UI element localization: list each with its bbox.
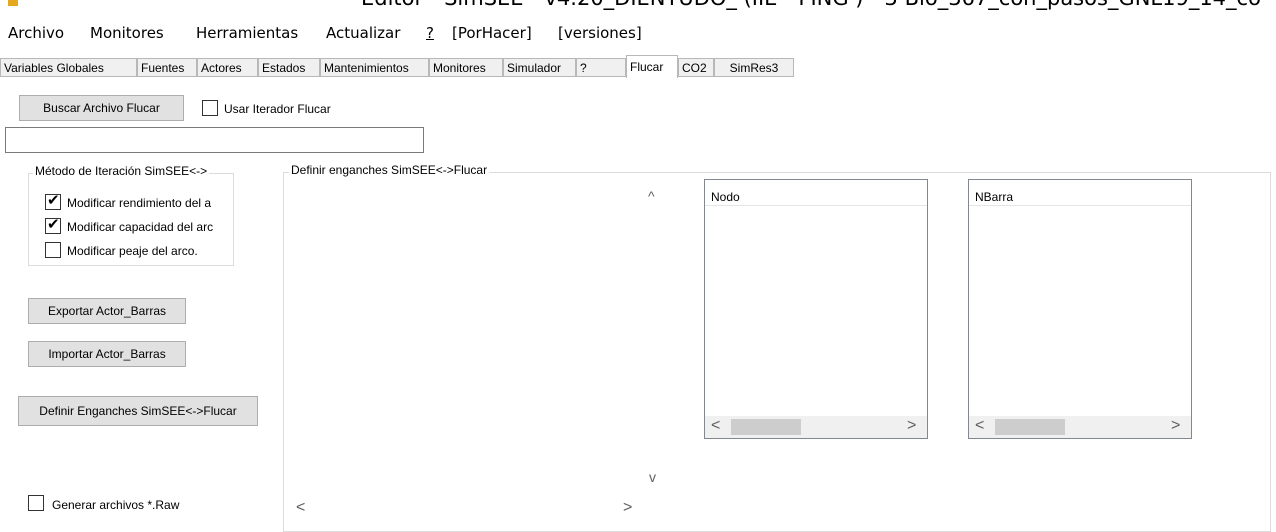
generar-raw-checkbox[interactable]: [28, 495, 44, 511]
menu-herramientas[interactable]: Herramientas: [196, 24, 298, 42]
app-icon: [8, 0, 18, 6]
importar-actor-barras-button[interactable]: Importar Actor_Barras: [28, 341, 186, 367]
modificar-rendimiento-label: Modificar rendimiento del a: [67, 196, 212, 210]
title-bar: Editor - SimSEE - v4.20_DIENTUDO_ (IIE -…: [0, 0, 1276, 20]
nbarra-hscroll[interactable]: < >: [969, 416, 1191, 438]
tab-help[interactable]: ?: [576, 58, 626, 77]
menu-versiones[interactable]: [versiones]: [558, 24, 642, 42]
scroll-left-icon[interactable]: <: [296, 499, 305, 517]
tab-actores[interactable]: Actores: [197, 58, 258, 77]
definir-enganches-button[interactable]: Definir Enganches SimSEE<->Flucar: [18, 396, 258, 426]
buscar-archivo-flucar-button[interactable]: Buscar Archivo Flucar: [19, 95, 184, 121]
modificar-capacidad-checkbox[interactable]: ✔: [45, 216, 61, 234]
usar-iterador-checkbox[interactable]: [202, 100, 218, 116]
menu-porhacer[interactable]: [PorHacer]: [452, 24, 532, 42]
nodo-column-header[interactable]: Nodo: [705, 180, 927, 206]
modificar-rendimiento-checkbox[interactable]: ✔: [45, 192, 61, 210]
check-icon: ✔: [47, 192, 60, 209]
exportar-actor-barras-button[interactable]: Exportar Actor_Barras: [28, 298, 186, 324]
scroll-thumb[interactable]: [731, 419, 801, 435]
scroll-left-icon[interactable]: <: [975, 417, 984, 435]
usar-iterador-label: Usar Iterador Flucar: [224, 102, 331, 116]
tab-simres3[interactable]: SimRes3: [714, 58, 794, 77]
modificar-capacidad-label: Modificar capacidad del arc: [67, 220, 214, 234]
tab-estados[interactable]: Estados: [258, 58, 320, 77]
scroll-left-icon[interactable]: <: [711, 417, 720, 435]
enganches-group-title: Definir enganches SimSEE<->Flucar: [289, 163, 490, 177]
window-title: Editor - SimSEE - v4.20_DIENTUDO_ (IIE -…: [361, 0, 1261, 10]
menu-help[interactable]: ?: [426, 24, 434, 42]
scroll-down-icon[interactable]: v: [649, 469, 656, 485]
nbarra-column-header[interactable]: NBarra: [969, 180, 1191, 206]
tab-co2[interactable]: CO2: [678, 58, 714, 77]
tab-fuentes[interactable]: Fuentes: [137, 58, 197, 77]
tab-variables-globales[interactable]: Variables Globales: [0, 58, 137, 77]
scroll-right-icon[interactable]: >: [1171, 417, 1180, 435]
tab-mantenimientos[interactable]: Mantenimientos: [320, 58, 429, 77]
tab-flucar[interactable]: Flucar: [626, 55, 678, 78]
nodo-list[interactable]: Nodo < >: [704, 179, 928, 439]
tab-simulador[interactable]: Simulador: [503, 58, 576, 77]
scroll-thumb[interactable]: [995, 419, 1065, 435]
scroll-right-icon[interactable]: >: [623, 499, 632, 517]
iteracion-group-title: Método de Iteración SimSEE<->: [33, 164, 210, 178]
menu-bar: Archivo Monitores Herramientas Actualiza…: [0, 22, 1276, 46]
generar-raw-label: Generar archivos *.Raw: [52, 498, 180, 512]
menu-actualizar[interactable]: Actualizar: [326, 24, 400, 42]
enganches-panel[interactable]: ^ v < >: [286, 177, 671, 527]
nbarra-list[interactable]: NBarra < >: [968, 179, 1192, 439]
tab-monitores[interactable]: Monitores: [429, 58, 503, 77]
menu-monitores[interactable]: Monitores: [90, 24, 164, 42]
scroll-right-icon[interactable]: >: [907, 417, 916, 435]
check-icon: ✔: [47, 216, 60, 233]
modificar-peaje-label: Modificar peaje del arco.: [67, 244, 198, 258]
flucar-path-input[interactable]: [5, 127, 424, 153]
modificar-peaje-checkbox[interactable]: [45, 242, 61, 258]
scroll-up-icon[interactable]: ^: [648, 188, 655, 204]
menu-archivo[interactable]: Archivo: [8, 24, 64, 42]
nodo-hscroll[interactable]: < >: [705, 416, 927, 438]
tab-strip: Variables Globales Fuentes Actores Estad…: [0, 55, 1276, 87]
